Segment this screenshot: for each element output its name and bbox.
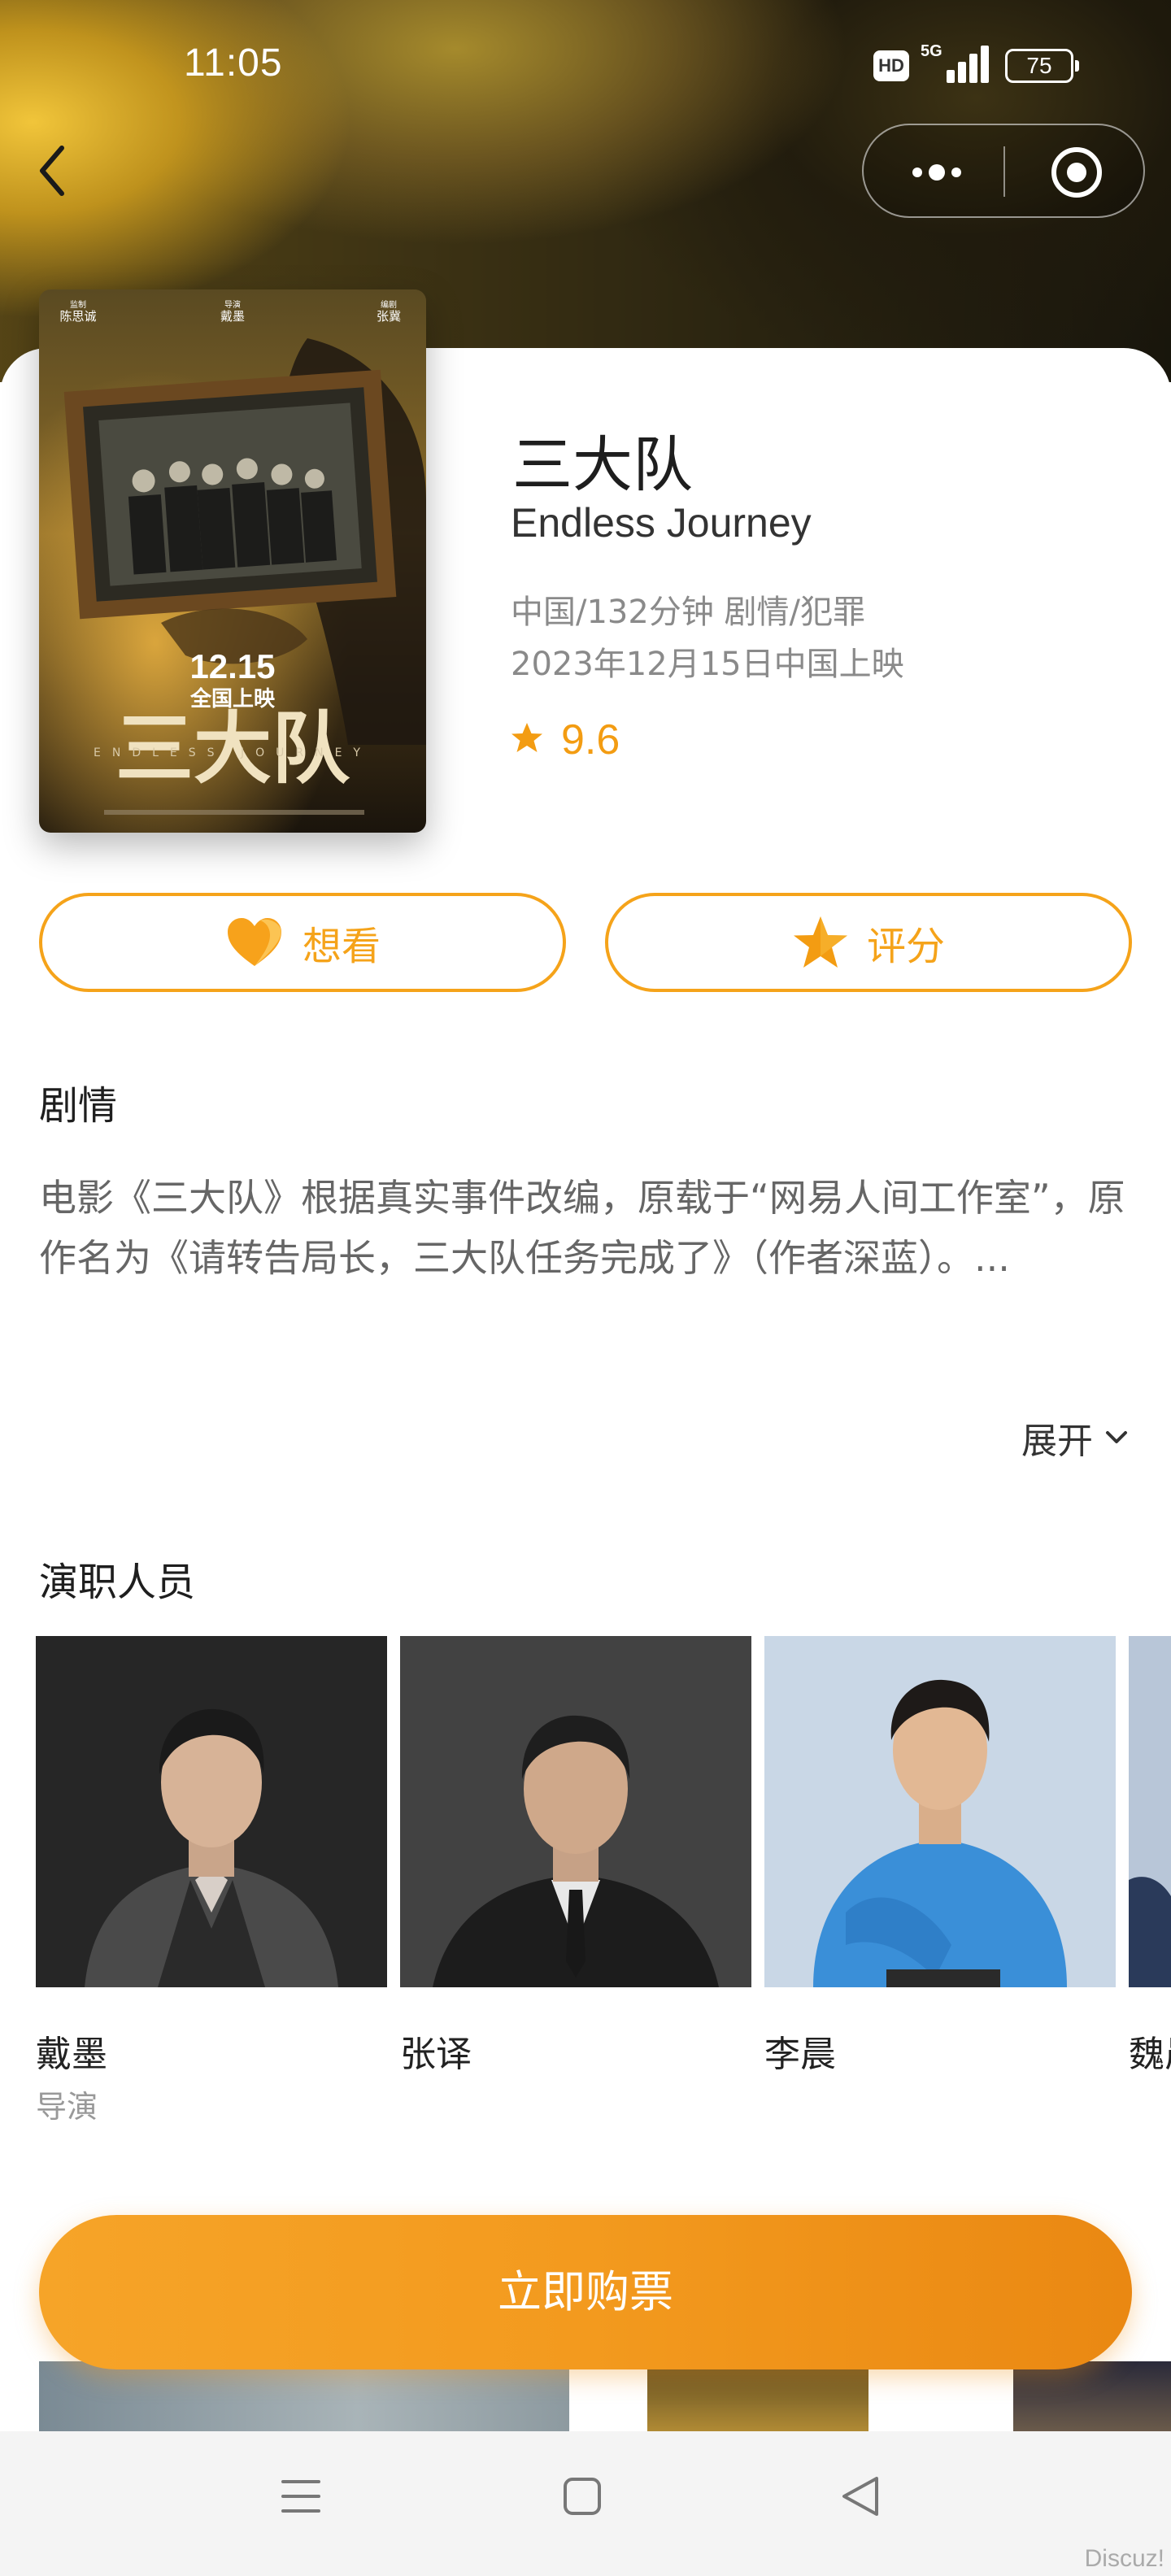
- star-icon: [793, 916, 847, 968]
- poster-subtitle: ENDLESS JOURNEY: [94, 746, 372, 759]
- expand-label: 展开: [1021, 1421, 1093, 1462]
- movie-title: 三大队: [512, 430, 693, 500]
- cast-photo-wei-chen[interactable]: [1129, 1636, 1171, 1987]
- hd-badge: HD: [873, 50, 909, 81]
- back-button[interactable]: [33, 138, 73, 203]
- cast-name: 戴墨: [36, 2034, 107, 2075]
- cast-photo-dai-mo[interactable]: [36, 1636, 387, 1987]
- poster-credit-name-mid: 戴墨: [220, 309, 245, 324]
- cast-photo-li-chen[interactable]: [764, 1636, 1116, 1987]
- cast-role: 导演: [36, 2089, 98, 2125]
- system-navigation-bar: [0, 2431, 1171, 2576]
- cast-photo-zhang-yi[interactable]: [400, 1636, 751, 1987]
- buy-ticket-button[interactable]: 立即购票: [39, 2215, 1132, 2369]
- chevron-down-icon: [1106, 1431, 1127, 1443]
- cast-photo: [764, 1636, 1116, 1987]
- cast-section-title: 演职人员: [39, 1560, 196, 1605]
- want-to-watch-label: 想看: [302, 924, 381, 969]
- poster-credit-name-right: 张冀: [377, 309, 401, 324]
- rating-value: 9.6: [561, 716, 620, 764]
- battery-level: 75: [1026, 53, 1052, 78]
- close-button[interactable]: [1049, 145, 1104, 200]
- status-bar: 11:05 HD 5G 75: [0, 0, 1171, 130]
- rate-button[interactable]: 评分: [605, 893, 1132, 992]
- cast-name: 李晨: [764, 2034, 836, 2075]
- plot-summary: 电影《三大队》根据真实事件改编，原载于“网易人间工作室”，原作名为《请转告局长，…: [39, 1176, 1125, 1280]
- heart-icon: [227, 918, 281, 966]
- related-thumbnail[interactable]: [647, 2361, 868, 2431]
- more-button[interactable]: [904, 154, 969, 190]
- movie-poster[interactable]: 监制 陈思诚 导演 戴墨 编剧 张冀 12.15 全国上映 三大队 ENDLES…: [39, 289, 426, 833]
- plot-section-title: 剧情: [39, 1083, 118, 1129]
- cast-name: 魏晨: [1129, 2034, 1171, 2075]
- home-square-icon[interactable]: [561, 2472, 603, 2521]
- expand-button[interactable]: 展开: [1021, 1413, 1129, 1462]
- star-icon: [511, 723, 542, 752]
- battery-icon: 75: [1005, 49, 1079, 83]
- network-type: 5G: [921, 42, 942, 60]
- more-dots-icon: [912, 164, 961, 181]
- status-time: 11:05: [184, 41, 283, 85]
- poster-date: 12.15: [189, 647, 275, 685]
- cast-photo: [1129, 1636, 1171, 1987]
- mini-program-capsule: [862, 124, 1145, 218]
- menu-icon[interactable]: [280, 2472, 322, 2521]
- poster-credit-name-left: 陈思诚: [59, 309, 96, 324]
- movie-english-title: Endless Journey: [511, 500, 812, 546]
- related-thumbnail[interactable]: [1013, 2361, 1171, 2431]
- target-circle-icon: [1051, 147, 1102, 198]
- related-thumbnail[interactable]: [39, 2361, 569, 2431]
- signal-icon: 5G: [921, 42, 989, 83]
- cast-photo: [36, 1636, 387, 1987]
- cast-name: 张译: [400, 2034, 472, 2075]
- related-thumbnails: [0, 2361, 1171, 2431]
- movie-meta-release: 2023年12月15日中国上映: [511, 646, 904, 683]
- cast-photo: [400, 1636, 751, 1987]
- chevron-left-icon: [40, 146, 64, 196]
- watermark: Discuz!: [1084, 2545, 1164, 2572]
- capsule-divider: [1003, 146, 1005, 197]
- want-to-watch-button[interactable]: 想看: [39, 893, 566, 992]
- movie-meta-genre: 中国/132分钟 剧情/犯罪: [511, 594, 866, 631]
- rate-label: 评分: [866, 924, 945, 969]
- poster-image: 监制 陈思诚 导演 戴墨 编剧 张冀 12.15 全国上映 三大队 ENDLES…: [39, 289, 426, 833]
- back-triangle-icon[interactable]: [839, 2472, 882, 2521]
